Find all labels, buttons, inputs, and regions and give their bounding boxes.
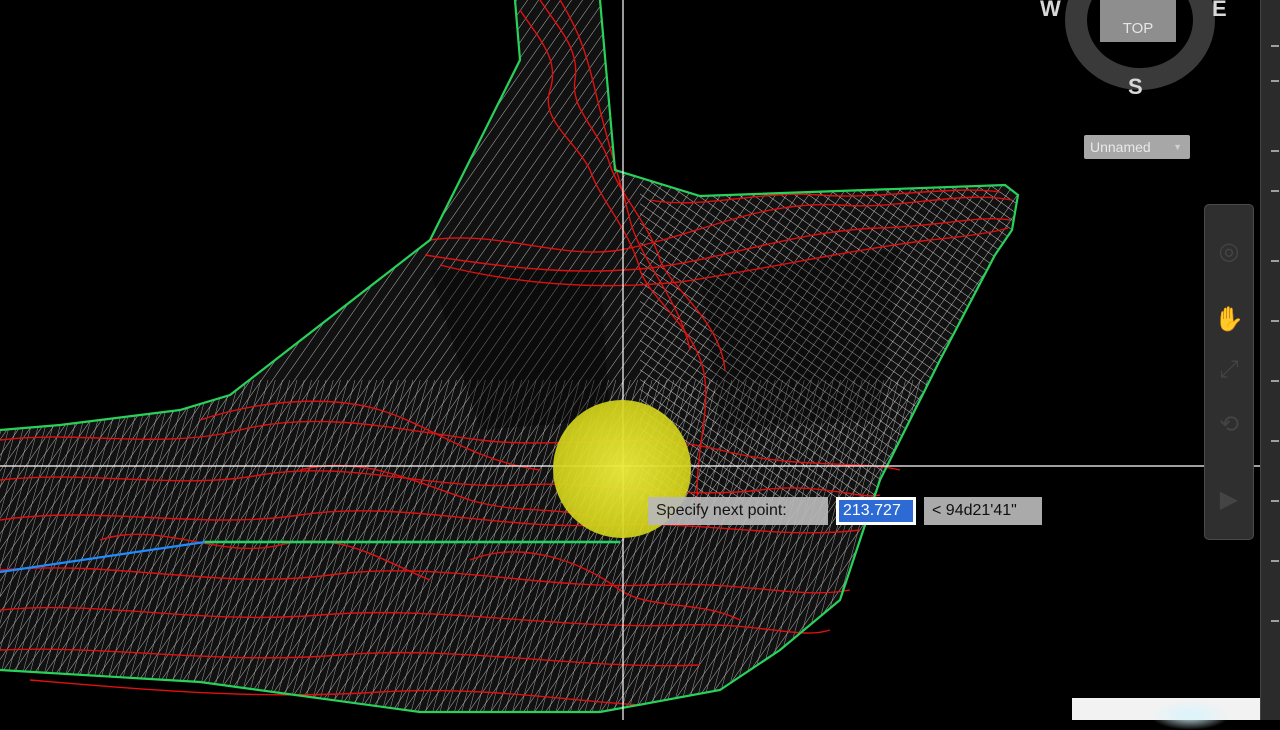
chevron-down-icon: ▼ [1173, 142, 1182, 152]
navigation-bar[interactable]: ◎ ✋ ⤢ ⟲ ▶ [1204, 204, 1254, 540]
strip-tick [1271, 500, 1279, 502]
strip-tick [1271, 150, 1279, 152]
strip-tick [1271, 320, 1279, 322]
steering-wheel-icon[interactable]: ◎ [1214, 237, 1244, 267]
compass-west[interactable]: W [1040, 0, 1061, 22]
strip-tick [1271, 620, 1279, 622]
viewcube[interactable]: TOP W E S [1040, 0, 1240, 100]
ucs-label: Unnamed [1090, 139, 1151, 155]
showmotion-icon[interactable]: ▶ [1214, 485, 1244, 515]
compass-east[interactable]: E [1212, 0, 1227, 22]
tin-surface [0, 0, 1018, 712]
distance-value[interactable]: 213.727 [839, 500, 913, 522]
model-space-canvas[interactable] [0, 0, 1260, 720]
strip-tick [1271, 80, 1279, 82]
pan-hand-icon[interactable]: ✋ [1214, 305, 1244, 335]
right-toolbar-strip [1260, 0, 1280, 720]
distance-input[interactable]: 213.727 [836, 497, 916, 525]
strip-tick [1271, 190, 1279, 192]
strip-tick [1271, 45, 1279, 47]
angle-field[interactable]: < 94d21'41" [924, 497, 1042, 525]
ucs-menu-button[interactable]: Unnamed ▼ [1084, 135, 1190, 159]
orbit-icon[interactable]: ⟲ [1214, 410, 1244, 440]
zoom-extents-icon[interactable]: ⤢ [1214, 355, 1244, 385]
drawing-surface[interactable] [0, 0, 1260, 720]
corner-glow [1150, 700, 1230, 730]
compass-south[interactable]: S [1128, 74, 1143, 100]
strip-tick [1271, 560, 1279, 562]
strip-tick [1271, 440, 1279, 442]
strip-tick [1271, 260, 1279, 262]
viewcube-top-face[interactable]: TOP [1100, 0, 1176, 42]
strip-tick [1271, 380, 1279, 382]
dynamic-input-prompt: Specify next point: [648, 497, 828, 525]
